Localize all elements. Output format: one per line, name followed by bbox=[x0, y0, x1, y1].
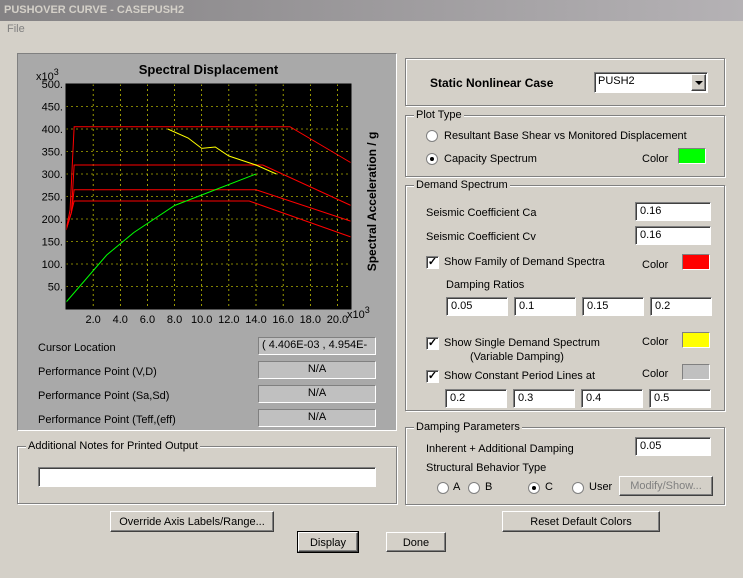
y-tick-label: 50. bbox=[48, 282, 63, 294]
plot-type-title: Plot Type bbox=[414, 109, 464, 121]
single-color-label: Color bbox=[642, 336, 669, 348]
y-tick-label: 450. bbox=[42, 102, 63, 114]
perf-point-vd-value: N/A bbox=[258, 361, 376, 379]
radio-behavior-b-label: B bbox=[485, 481, 493, 493]
dropdown-button[interactable] bbox=[691, 74, 706, 91]
chart-title: Spectral Displacement bbox=[139, 62, 279, 77]
period-4[interactable]: 0.5 bbox=[649, 389, 711, 408]
cursor-location-value: ( 4.406E-03 , 4.954E-01 bbox=[258, 337, 376, 355]
behavior-type-label: Structural Behavior Type bbox=[426, 462, 547, 474]
static-case-value: PUSH2 bbox=[598, 75, 635, 87]
plot-type-group: Plot Type Resultant Base Shear vs Monito… bbox=[405, 109, 725, 177]
x-tick-label: 12.0 bbox=[218, 314, 239, 326]
radio-capacity-spectrum[interactable] bbox=[426, 153, 438, 165]
cv-input[interactable]: 0.16 bbox=[635, 226, 711, 245]
x-tick-label: 16.0 bbox=[272, 314, 293, 326]
damping-params-title: Damping Parameters bbox=[414, 421, 522, 433]
cursor-location-label: Cursor Location bbox=[38, 342, 116, 354]
radio-capacity-spectrum-label: Capacity Spectrum bbox=[444, 153, 537, 165]
window-title: PUSHOVER CURVE - CASEPUSH2 bbox=[4, 4, 185, 16]
single-label: Show Single Demand Spectrum bbox=[444, 337, 600, 349]
demand-spectrum-title: Demand Spectrum bbox=[414, 179, 510, 191]
x-tick-label: 10.0 bbox=[191, 314, 212, 326]
family-color-label: Color bbox=[642, 259, 669, 271]
title-bar: PUSHOVER CURVE - CASEPUSH2 bbox=[0, 0, 743, 21]
perf-point-teff-label: Performance Point (Teff,(eff) bbox=[38, 414, 176, 426]
damping-ratio-1[interactable]: 0.05 bbox=[446, 297, 508, 316]
damping-ratios-label: Damping Ratios bbox=[446, 279, 525, 291]
perf-point-sasd-value: N/A bbox=[258, 385, 376, 403]
perf-point-teff-value: N/A bbox=[258, 409, 376, 427]
capacity-color-swatch[interactable] bbox=[678, 148, 706, 164]
perf-point-vd-label: Performance Point (V,D) bbox=[38, 366, 157, 378]
x-tick-label: 14.0 bbox=[245, 314, 266, 326]
reset-colors-button[interactable]: Reset Default Colors bbox=[502, 511, 660, 532]
period-2[interactable]: 0.3 bbox=[513, 389, 575, 408]
single-checkbox[interactable]: ✓ bbox=[426, 337, 439, 350]
radio-behavior-user[interactable] bbox=[572, 482, 584, 494]
y-tick-label: 150. bbox=[42, 237, 63, 249]
notes-group-title: Additional Notes for Printed Output bbox=[26, 440, 200, 452]
cv-label: Seismic Coefficient Cv bbox=[426, 231, 536, 243]
perf-point-sasd-label: Performance Point (Sa,Sd) bbox=[38, 390, 170, 402]
period-label: Show Constant Period Lines at bbox=[444, 370, 596, 382]
demand-spectrum-group: Demand Spectrum Seismic Coefficient Ca 0… bbox=[405, 179, 725, 411]
inherent-damping-input[interactable]: 0.05 bbox=[635, 437, 711, 456]
menu-bar: File bbox=[0, 21, 743, 39]
override-axis-button[interactable]: Override Axis Labels/Range... bbox=[110, 511, 274, 532]
damping-ratio-2[interactable]: 0.1 bbox=[514, 297, 576, 316]
static-case-group: Static Nonlinear Case PUSH2 bbox=[405, 58, 725, 106]
damping-ratio-4[interactable]: 0.2 bbox=[650, 297, 712, 316]
period-color-swatch[interactable] bbox=[682, 364, 710, 380]
plot-panel: Spectral Displacement 50. 100. 150. 200. 250.… bbox=[17, 53, 397, 431]
damping-ratio-3[interactable]: 0.15 bbox=[582, 297, 644, 316]
radio-behavior-c[interactable] bbox=[528, 482, 540, 494]
radio-base-shear[interactable] bbox=[426, 130, 438, 142]
period-1[interactable]: 0.2 bbox=[445, 389, 507, 408]
family-label: Show Family of Demand Spectra bbox=[444, 256, 605, 268]
radio-behavior-user-label: User bbox=[589, 481, 613, 493]
radio-behavior-b[interactable] bbox=[468, 482, 480, 494]
y-axis-label: Spectral Acceleration / g bbox=[365, 132, 379, 272]
display-button[interactable]: Display bbox=[297, 531, 359, 553]
done-button[interactable]: Done bbox=[386, 532, 446, 552]
family-color-swatch[interactable] bbox=[682, 254, 710, 270]
notes-group: Additional Notes for Printed Output bbox=[17, 440, 397, 504]
x-tick-label: 20.0 bbox=[327, 314, 348, 326]
radio-behavior-a[interactable] bbox=[437, 482, 449, 494]
y-tick-label: 400. bbox=[42, 124, 63, 136]
y-tick-label: 100. bbox=[42, 259, 63, 271]
radio-behavior-c-label: C bbox=[545, 481, 553, 493]
ca-input[interactable]: 0.16 bbox=[635, 202, 711, 221]
plot-area bbox=[66, 84, 351, 309]
capacity-color-label: Color bbox=[642, 153, 669, 165]
period-color-label: Color bbox=[642, 368, 669, 380]
y-tick-label: 300. bbox=[42, 169, 63, 181]
inherent-damping-label: Inherent + Additional Damping bbox=[426, 443, 574, 455]
modify-show-button[interactable]: Modify/Show... bbox=[619, 476, 713, 496]
x-tick-label: 18.0 bbox=[300, 314, 321, 326]
x-tick-label: 8.0 bbox=[167, 314, 182, 326]
ca-label: Seismic Coefficient Ca bbox=[426, 207, 537, 219]
period-3[interactable]: 0.4 bbox=[581, 389, 643, 408]
radio-base-shear-label: Resultant Base Shear vs Monitored Displa… bbox=[444, 130, 687, 142]
x-tick-label: 4.0 bbox=[113, 314, 128, 326]
x-tick-label: 6.0 bbox=[140, 314, 155, 326]
period-checkbox[interactable]: ✓ bbox=[426, 370, 439, 383]
static-case-select[interactable]: PUSH2 bbox=[594, 72, 708, 93]
radio-behavior-a-label: A bbox=[453, 481, 461, 493]
menu-file[interactable]: File bbox=[7, 23, 25, 35]
single-color-swatch[interactable] bbox=[682, 332, 710, 348]
family-checkbox[interactable]: ✓ bbox=[426, 256, 439, 269]
chart[interactable]: Spectral Displacement 50. 100. 150. 200. 250.… bbox=[18, 54, 396, 334]
static-case-label: Static Nonlinear Case bbox=[430, 76, 554, 90]
single-sub-label: (Variable Damping) bbox=[470, 351, 564, 363]
damping-params-group: Damping Parameters Inherent + Additional… bbox=[405, 421, 725, 505]
notes-input[interactable] bbox=[38, 467, 376, 487]
y-tick-label: 350. bbox=[42, 147, 63, 159]
y-tick-label: 200. bbox=[42, 214, 63, 226]
x-tick-label: 2.0 bbox=[85, 314, 100, 326]
y-tick-label: 250. bbox=[42, 192, 63, 204]
chevron-down-icon bbox=[695, 81, 703, 85]
